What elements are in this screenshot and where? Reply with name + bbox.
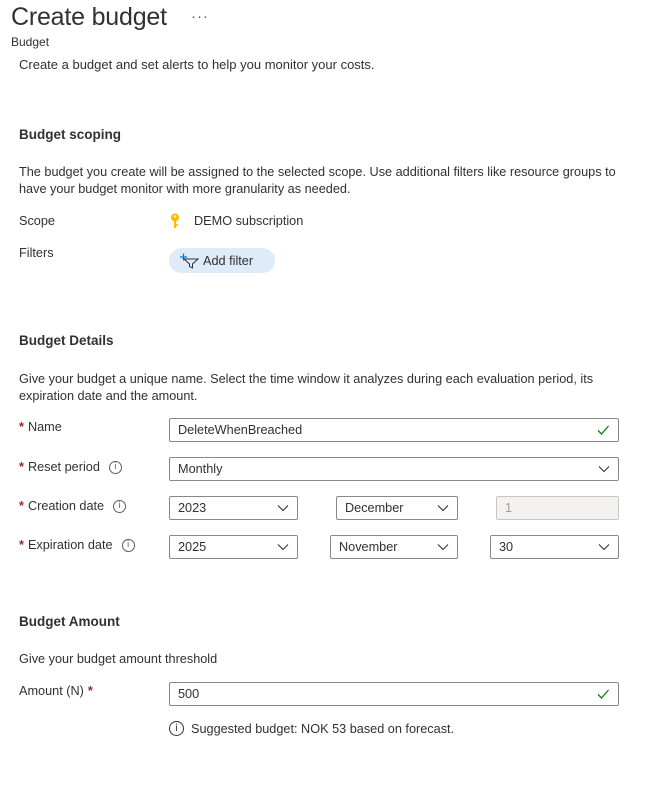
expiration-month-value: November <box>339 540 398 554</box>
budget-amount-heading: Budget Amount <box>19 614 120 629</box>
expiration-day-value: 30 <box>499 540 514 554</box>
amount-input-value: 500 <box>178 687 200 701</box>
required-mark: * <box>87 684 93 698</box>
breadcrumb: Budget <box>11 35 50 49</box>
budget-amount-description: Give your budget amount threshold <box>19 652 218 666</box>
add-filter-button[interactable]: Add filter <box>169 248 275 273</box>
name-input[interactable]: DeleteWhenBreached <box>169 418 619 442</box>
intro-text: Create a budget and set alerts to help y… <box>19 57 375 72</box>
reset-period-select[interactable]: Monthly <box>169 457 619 481</box>
page-title: Create budget <box>11 3 167 31</box>
suggested-budget-text: Suggested budget: NOK 53 based on foreca… <box>191 721 455 736</box>
amount-input[interactable]: 500 <box>169 682 619 706</box>
creation-month-value: December <box>345 501 404 515</box>
required-mark: * <box>19 538 24 552</box>
required-mark: * <box>19 420 24 434</box>
scope-value: DEMO subscription <box>170 213 303 229</box>
info-icon[interactable]: i <box>108 460 122 474</box>
reset-period-value: Monthly <box>178 462 223 476</box>
scope-label: Scope <box>19 214 55 228</box>
amount-label: Amount (N) * <box>19 684 93 698</box>
chevron-down-icon <box>277 544 289 551</box>
expiration-date-label-text: Expiration date <box>27 538 113 552</box>
key-icon <box>170 213 180 229</box>
filter-icon <box>179 253 200 269</box>
reset-period-label-text: Reset period <box>27 460 100 474</box>
expiration-date-label: * Expiration date i <box>19 538 135 552</box>
expiration-year-value: 2025 <box>178 540 207 554</box>
filters-label: Filters <box>19 246 54 260</box>
creation-month-select[interactable]: December <box>336 496 458 520</box>
suggested-budget: i Suggested budget: NOK 53 based on fore… <box>169 721 454 736</box>
required-mark: * <box>19 499 24 513</box>
more-icon[interactable]: ··· <box>191 8 209 25</box>
filters-label-text: Filters <box>19 246 54 260</box>
chevron-down-icon <box>598 466 610 473</box>
name-input-value: DeleteWhenBreached <box>178 423 303 437</box>
info-icon: i <box>169 721 184 736</box>
name-label-text: Name <box>27 420 62 434</box>
budget-details-description: Give your budget a unique name. Select t… <box>19 372 594 403</box>
scope-value-text: DEMO subscription <box>194 214 304 228</box>
chevron-down-icon <box>437 505 449 512</box>
required-mark: * <box>19 460 24 474</box>
name-label: * Name <box>19 420 62 434</box>
chevron-down-icon <box>437 544 449 551</box>
info-icon[interactable]: i <box>113 499 127 513</box>
creation-day-field: 1 <box>496 496 619 520</box>
budget-scoping-description: The budget you create will be assigned t… <box>19 165 616 196</box>
amount-label-text: Amount (N) <box>19 684 84 698</box>
expiration-year-select[interactable]: 2025 <box>169 535 298 559</box>
add-filter-label: Add filter <box>203 253 254 268</box>
chevron-down-icon <box>598 544 610 551</box>
creation-day-value: 1 <box>505 501 513 515</box>
budget-scoping-heading: Budget scoping <box>19 127 121 142</box>
expiration-month-select[interactable]: November <box>330 535 458 559</box>
creation-year-value: 2023 <box>178 501 207 515</box>
checkmark-icon <box>597 425 609 435</box>
expiration-day-select[interactable]: 30 <box>490 535 619 559</box>
reset-period-label: * Reset period i <box>19 460 122 474</box>
creation-year-select[interactable]: 2023 <box>169 496 298 520</box>
chevron-down-icon <box>277 505 289 512</box>
creation-date-label: * Creation date i <box>19 499 127 513</box>
scope-label-text: Scope <box>19 214 55 228</box>
info-icon[interactable]: i <box>121 538 135 552</box>
creation-date-label-text: Creation date <box>27 499 105 513</box>
budget-details-heading: Budget Details <box>19 333 114 348</box>
checkmark-icon <box>597 689 609 699</box>
